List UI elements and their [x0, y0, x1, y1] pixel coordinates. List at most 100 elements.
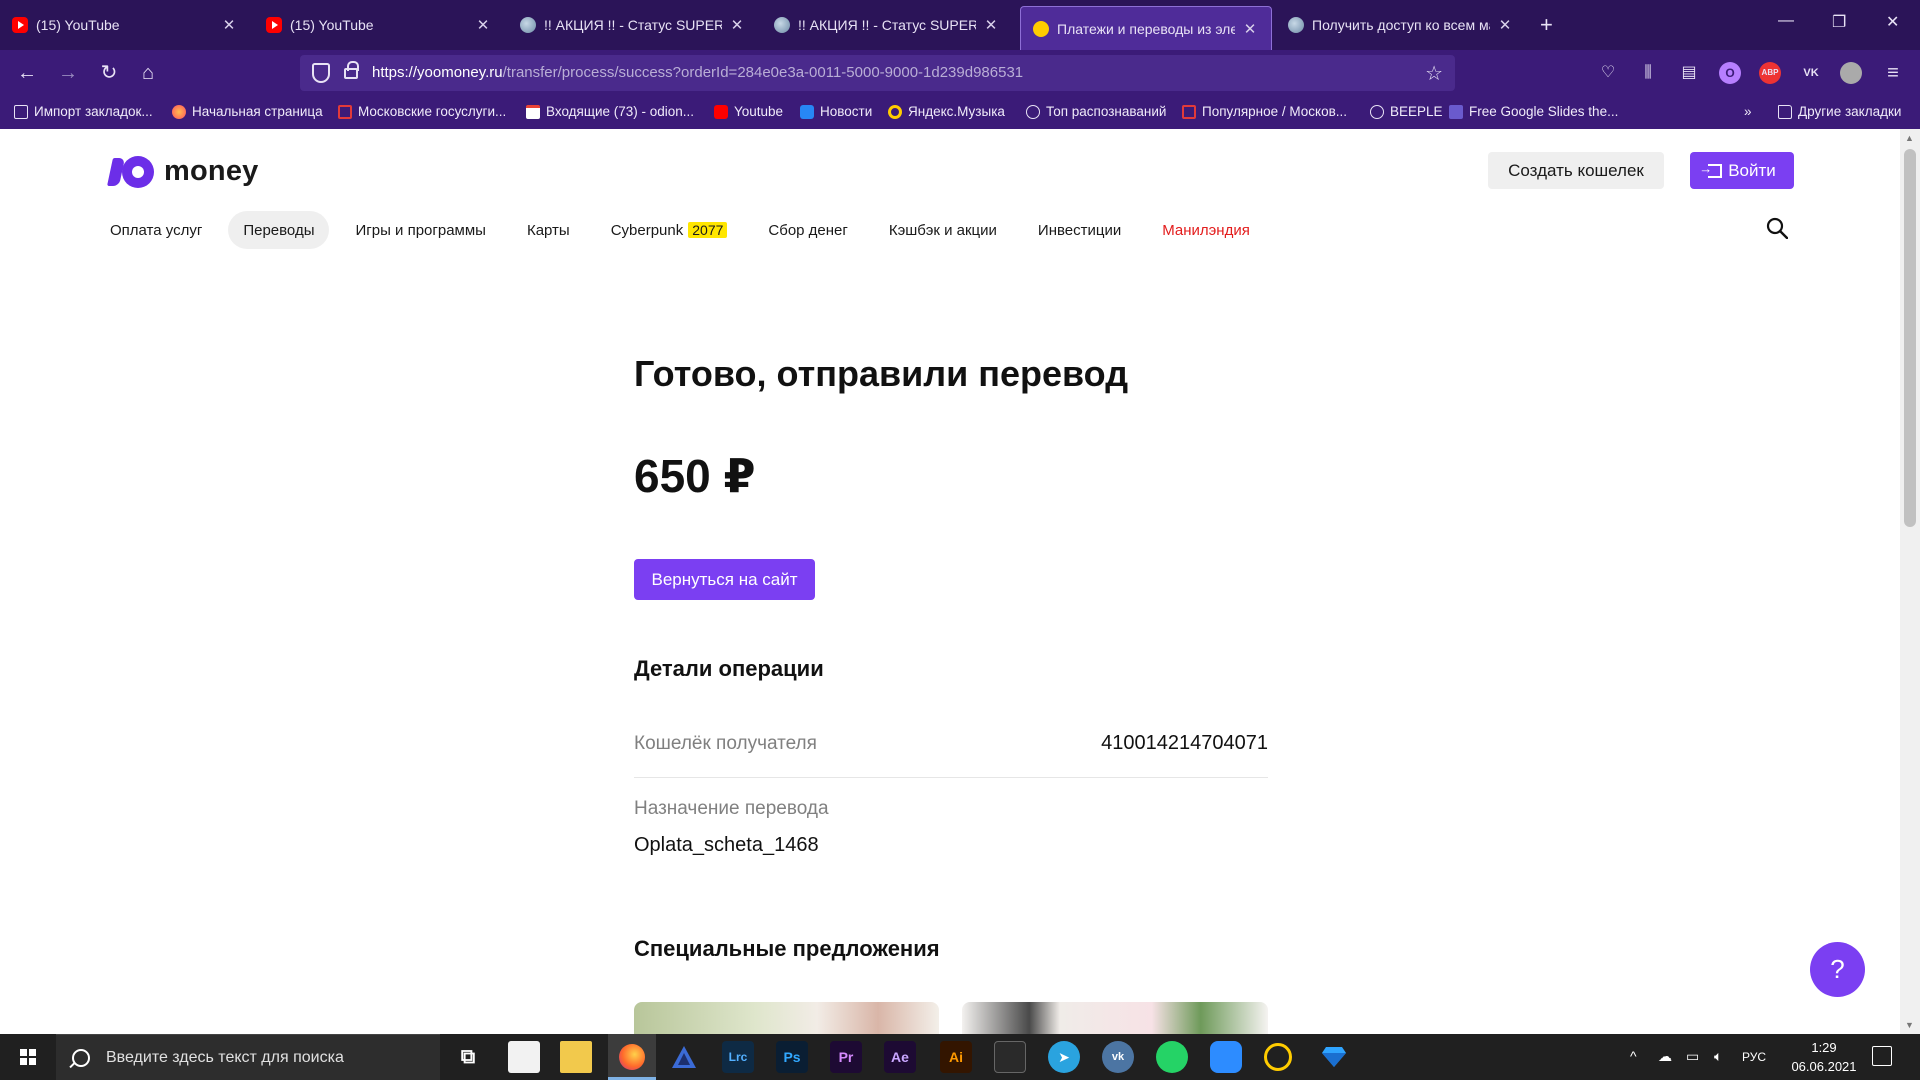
- lock-icon[interactable]: [344, 61, 359, 79]
- yoomoney-icon: [1033, 20, 1049, 37]
- nav-item-services[interactable]: Оплата услуг: [95, 211, 217, 249]
- illustrator-icon[interactable]: Ai: [940, 1041, 972, 1073]
- scrollbar-thumb[interactable]: [1904, 149, 1916, 527]
- yoomoney-logo-mark: [107, 155, 154, 188]
- network-icon[interactable]: ▭: [1686, 1048, 1699, 1065]
- browser-tab-active[interactable]: Платежи и переводы из электр ✕: [1020, 6, 1272, 50]
- vk-icon[interactable]: vk: [1102, 1041, 1134, 1073]
- bookmark-red-icon: [1182, 104, 1196, 119]
- file-explorer-icon[interactable]: [560, 1041, 592, 1073]
- bookmark-item[interactable]: Youtube: [714, 104, 783, 119]
- bookmark-item[interactable]: Топ распознаваний: [1026, 104, 1166, 119]
- new-tab-button[interactable]: +: [1540, 12, 1553, 38]
- restore-icon[interactable]: ❐: [1832, 12, 1846, 32]
- show-hidden-icons[interactable]: ^: [1630, 1048, 1637, 1064]
- windows-start-button[interactable]: [0, 1034, 56, 1080]
- sidebar-icon[interactable]: ▤: [1678, 62, 1700, 84]
- search-icon: [72, 1048, 90, 1067]
- address-bar[interactable]: https://yoomoney.ru/transfer/process/suc…: [300, 55, 1455, 91]
- offer-card[interactable]: [962, 1002, 1268, 1034]
- volume-icon[interactable]: 🔈︎: [1714, 1048, 1722, 1065]
- reload-icon[interactable]: ↻: [94, 58, 124, 88]
- store-icon[interactable]: [508, 1041, 540, 1073]
- after-effects-icon[interactable]: Ae: [884, 1041, 916, 1073]
- scroll-down-icon[interactable]: ▼: [1905, 1020, 1914, 1030]
- nav-item-investments[interactable]: Инвестиции: [1023, 211, 1136, 249]
- pocket-icon[interactable]: ♡: [1597, 62, 1619, 84]
- back-arrow-icon[interactable]: ←: [12, 58, 42, 88]
- nav-item-fundraising[interactable]: Сбор денег: [753, 211, 862, 249]
- zoom-icon[interactable]: [1210, 1041, 1242, 1073]
- bookmark-item[interactable]: Импорт закладок...: [14, 104, 153, 119]
- close-icon[interactable]: ✕: [728, 16, 746, 34]
- notifications-icon[interactable]: [1872, 1046, 1892, 1066]
- yoomoney-logo[interactable]: money: [107, 155, 258, 188]
- browser-tab[interactable]: !! АКЦИЯ !! - Статус SUPER VIP ✕: [508, 0, 758, 50]
- nav-item-manilandia[interactable]: Манилэндия: [1147, 211, 1265, 249]
- url-host: https://yoomoney.ru: [372, 64, 503, 81]
- web-page: money Создать кошелек Войти Оплата услуг…: [0, 129, 1900, 1034]
- other-bookmarks[interactable]: Другие закладки: [1778, 104, 1901, 119]
- firefox-taskbar-icon[interactable]: [608, 1034, 656, 1080]
- nav-item-games[interactable]: Игры и программы: [340, 211, 500, 249]
- whatsapp-icon[interactable]: [1156, 1041, 1188, 1073]
- library-icon[interactable]: ⫼: [1637, 62, 1659, 84]
- scrollbar[interactable]: ▲ ▼: [1900, 129, 1920, 1034]
- more-bookmarks-icon[interactable]: »: [1744, 104, 1752, 119]
- bookmark-star-icon[interactable]: ☆: [1425, 61, 1443, 86]
- scroll-up-icon[interactable]: ▲: [1905, 133, 1914, 143]
- vk-icon[interactable]: VK: [1800, 62, 1822, 84]
- photoshop-icon[interactable]: Ps: [776, 1041, 808, 1073]
- nav-item-cashback[interactable]: Кэшбэк и акции: [874, 211, 1012, 249]
- davinci-resolve-icon[interactable]: [994, 1041, 1026, 1073]
- offer-card[interactable]: [634, 1002, 939, 1034]
- bookmark-item[interactable]: Новости: [800, 104, 872, 119]
- adblock-icon[interactable]: ABP: [1759, 62, 1781, 84]
- home-icon[interactable]: ⌂: [133, 58, 163, 88]
- diamond-app-icon[interactable]: [1318, 1041, 1350, 1073]
- onedrive-icon[interactable]: ☁: [1658, 1048, 1672, 1065]
- help-button[interactable]: ?: [1810, 942, 1865, 997]
- minimize-icon[interactable]: —: [1778, 12, 1794, 30]
- return-to-site-button[interactable]: Вернуться на сайт: [634, 559, 815, 600]
- close-icon[interactable]: ✕: [474, 16, 492, 34]
- lightroom-classic-icon[interactable]: Lrc: [722, 1041, 754, 1073]
- bookmark-item[interactable]: Входящие (73) - odion...: [526, 104, 694, 119]
- nav-item-transfers[interactable]: Переводы: [228, 211, 330, 249]
- bookmark-item[interactable]: Московские госуслуги...: [338, 104, 506, 119]
- forward-arrow-icon[interactable]: →: [53, 58, 83, 88]
- extension-icon[interactable]: O: [1719, 62, 1741, 84]
- close-icon[interactable]: ✕: [1241, 20, 1259, 38]
- telegram-icon[interactable]: ➤: [1048, 1041, 1080, 1073]
- menu-icon[interactable]: ≡: [1882, 62, 1904, 84]
- create-wallet-button[interactable]: Создать кошелек: [1488, 152, 1664, 189]
- bookmark-item[interactable]: BEEPLE: [1370, 104, 1443, 119]
- browser-tab[interactable]: (15) YouTube ✕: [0, 0, 250, 50]
- tab-title: Получить доступ ко всем мат: [1312, 17, 1490, 33]
- close-icon[interactable]: ✕: [220, 16, 238, 34]
- globe-icon[interactable]: [1840, 62, 1862, 84]
- taskbar-search[interactable]: Введите здесь текст для поиска: [56, 1034, 440, 1080]
- search-icon[interactable]: [1766, 217, 1788, 239]
- nav-item-cards[interactable]: Карты: [512, 211, 585, 249]
- nav-item-cyberpunk[interactable]: Cyberpunk 2077: [596, 211, 743, 249]
- shield-icon[interactable]: [312, 63, 330, 83]
- language-indicator[interactable]: РУС: [1742, 1050, 1766, 1064]
- affinity-icon[interactable]: [668, 1041, 700, 1073]
- close-icon[interactable]: ✕: [1496, 16, 1514, 34]
- bookmark-item[interactable]: Яндекс.Музыка: [888, 104, 1005, 119]
- browser-tab[interactable]: Получить доступ ко всем мат ✕: [1276, 0, 1526, 50]
- bookmark-item[interactable]: Популярное / Москов...: [1182, 104, 1347, 119]
- browser-tab[interactable]: (15) YouTube ✕: [254, 0, 504, 50]
- premiere-icon[interactable]: Pr: [830, 1041, 862, 1073]
- gmail-icon: [526, 104, 540, 119]
- browser-tab[interactable]: !! АКЦИЯ !! - Статус SUPER VIP ✕: [762, 0, 1012, 50]
- taskbar-clock[interactable]: 1:29 06.06.2021: [1780, 1038, 1868, 1076]
- bookmark-item[interactable]: Free Google Slides the...: [1449, 104, 1618, 119]
- close-window-icon[interactable]: ✕: [1886, 12, 1899, 32]
- close-icon[interactable]: ✕: [982, 16, 1000, 34]
- login-button[interactable]: Войти: [1690, 152, 1794, 189]
- bookmark-item[interactable]: Начальная страница: [172, 104, 323, 119]
- yandex-music-icon[interactable]: [1264, 1043, 1292, 1071]
- task-view-icon[interactable]: ⧉: [452, 1041, 484, 1073]
